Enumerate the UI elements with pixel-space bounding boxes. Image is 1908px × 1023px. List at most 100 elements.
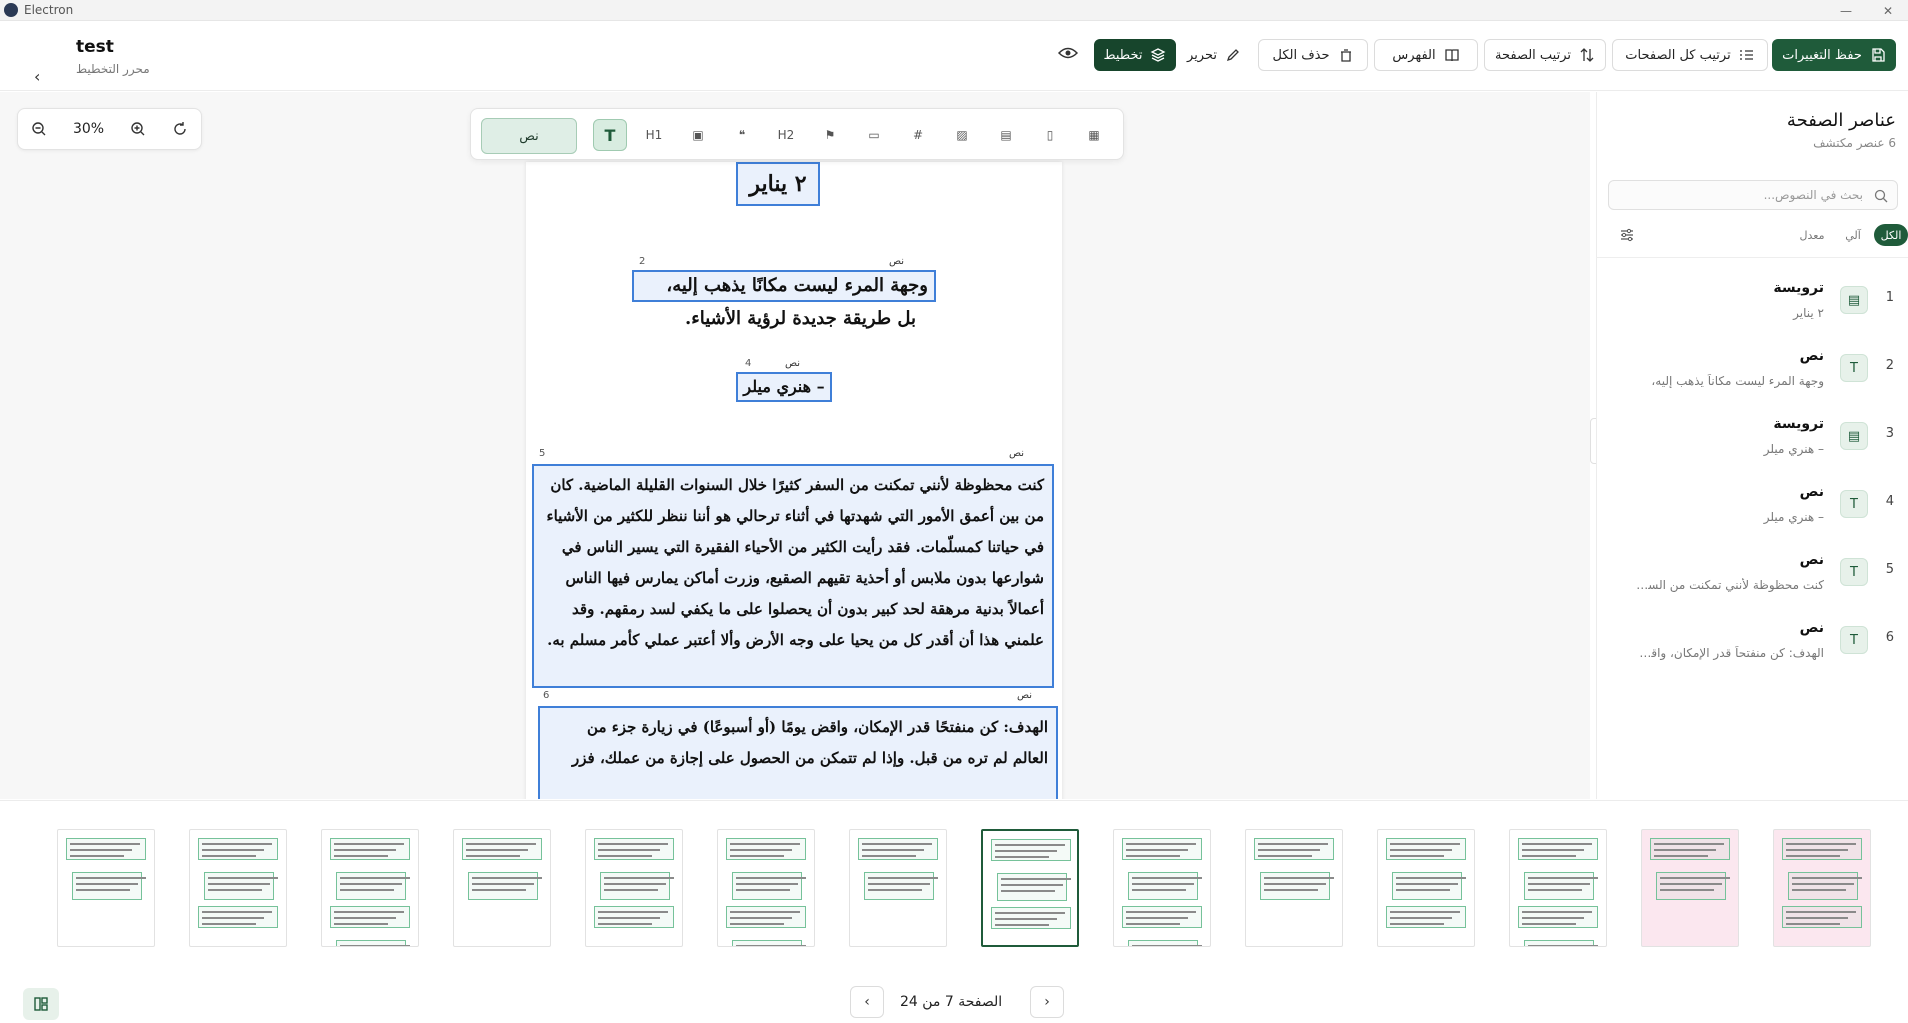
filter-all-chip[interactable]: الكل <box>1874 224 1908 246</box>
thumbnail-line <box>340 883 402 885</box>
thumbnail-line <box>1528 945 1598 946</box>
table-tool-icon[interactable]: ▦ <box>1077 119 1111 151</box>
thumbnail-line <box>1528 883 1590 885</box>
layout-button[interactable]: تخطيط <box>1094 39 1176 71</box>
edit-button[interactable]: تحرير <box>1180 39 1248 71</box>
thumbnail-line <box>1654 843 1724 845</box>
block-title[interactable]: ٢ يناير <box>736 162 820 206</box>
thumbnail-line <box>1660 877 1730 879</box>
page-thumbnail[interactable] <box>1641 829 1739 947</box>
thumbnail-line <box>995 844 1065 846</box>
panel-subtitle: 6 عنصر مكتشف <box>1813 136 1896 150</box>
text-tool-icon[interactable]: T <box>593 119 627 151</box>
header-tool-icon[interactable]: ▭ <box>857 119 891 151</box>
page-thumbnail[interactable] <box>717 829 815 947</box>
page-thumbnail[interactable] <box>1377 829 1475 947</box>
filter-sliders-icon[interactable] <box>1619 227 1635 243</box>
filter-modified-chip[interactable]: معدل <box>1792 224 1832 246</box>
block-number-6: 6 <box>540 690 553 701</box>
reorder-page-button[interactable]: ترتيب الصفحة <box>1484 39 1606 71</box>
eye-icon[interactable] <box>1058 46 1078 60</box>
row-type: نص <box>1799 552 1824 568</box>
row-text: وجهة المرء ليست مكاناً يذهب إليه، <box>1651 374 1824 388</box>
element-row-2[interactable]: 2 T نص وجهة المرء ليست مكاناً يذهب إليه، <box>1596 340 1908 404</box>
row-text: ٢ يناير <box>1793 306 1824 320</box>
thumbnail-line <box>466 849 528 851</box>
quote-tool-icon[interactable]: ❝ <box>725 119 759 151</box>
block-goal[interactable]: الهدف: كن منفتحًا قدر الإمكان، واقض يومً… <box>538 706 1058 799</box>
thumbnail-line <box>202 911 272 913</box>
element-row-1[interactable]: 1 ▤ ترويسة ٢ يناير <box>1596 272 1908 336</box>
page-thumbnail[interactable] <box>321 829 419 947</box>
page-thumbnail[interactable] <box>1245 829 1343 947</box>
image-tool-icon[interactable]: ▣ <box>681 119 715 151</box>
save-changes-button[interactable]: حفظ التغييرات <box>1772 39 1896 71</box>
page-thumbnail[interactable] <box>585 829 683 947</box>
page-thumbnail[interactable] <box>1773 829 1871 947</box>
grid-view-icon[interactable] <box>23 988 59 1020</box>
page-thumbnail[interactable] <box>1509 829 1607 947</box>
thumbnail-line <box>1660 883 1722 885</box>
picture-tool-icon[interactable]: ▨ <box>945 119 979 151</box>
h2-tool[interactable]: H2 <box>769 119 803 151</box>
thumbnail-line <box>604 883 666 885</box>
column-tool-icon[interactable]: ▯ <box>1033 119 1067 151</box>
delete-all-button[interactable]: حذف الكل <box>1258 39 1368 71</box>
thumbnail-line <box>598 855 652 857</box>
row-text: كنت محظوظة لأنني تمكنت من السفر... <box>1634 578 1824 592</box>
thumbnail-line <box>1528 877 1598 879</box>
thumbnail-line <box>334 843 404 845</box>
block-quote[interactable]: وجهة المرء ليست مكانًا يذهب إليه، <box>632 270 936 302</box>
thumbnail-line <box>334 855 388 857</box>
page-thumbnail[interactable] <box>453 829 551 947</box>
element-row-5[interactable]: 5 T نص كنت محظوظة لأنني تمكنت من السفر..… <box>1596 544 1908 608</box>
layers-icon <box>1151 48 1166 62</box>
element-type-select[interactable]: نص <box>481 118 577 154</box>
bookmark-tool-icon[interactable]: ⚑ <box>813 119 847 151</box>
thumbnail-line <box>598 849 660 851</box>
h1-tool[interactable]: H1 <box>637 119 671 151</box>
thumbnail-line <box>868 877 938 879</box>
thumbnail-line <box>70 849 132 851</box>
chevron-left-icon[interactable]: ‹ <box>34 67 40 86</box>
reorder-all-label: ترتيب كل الصفحات <box>1625 47 1731 63</box>
maximize-icon[interactable] <box>1828 0 1868 21</box>
element-row-6[interactable]: 6 T نص الهدف: كن منفتحاً قدر الإمكان، وا… <box>1596 612 1908 676</box>
search-input[interactable]: بحث في النصوص... <box>1608 180 1898 210</box>
block-author[interactable]: – هنري ميلر <box>736 372 832 402</box>
thumbnail-line <box>1258 843 1328 845</box>
filter-auto-chip[interactable]: آلي <box>1838 224 1868 246</box>
reset-zoom-icon[interactable] <box>172 121 188 137</box>
page-thumbnail[interactable] <box>1113 829 1211 947</box>
element-row-3[interactable]: 3 ▤ ترويسة – هنري ميلر <box>1596 408 1908 472</box>
book-tool-icon[interactable]: ▤ <box>989 119 1023 151</box>
trash-icon <box>1340 49 1351 62</box>
thumbnail-line <box>598 917 660 919</box>
thumbnail-line <box>1132 889 1186 891</box>
page-thumbnail[interactable] <box>189 829 287 947</box>
thumbnail-line <box>1660 889 1714 891</box>
thumbnail-line <box>1132 883 1194 885</box>
thumbnail-line <box>1522 849 1584 851</box>
thumbnail-line <box>1786 855 1840 857</box>
prev-page-chevron-icon[interactable]: ‹ <box>850 986 884 1018</box>
reorder-all-button[interactable]: ترتيب كل الصفحات <box>1612 39 1768 71</box>
element-row-4[interactable]: 4 T نص – هنري ميلر <box>1596 476 1908 540</box>
thumbnail-line <box>862 843 932 845</box>
index-button[interactable]: الفهرس <box>1374 39 1478 71</box>
next-page-chevron-icon[interactable]: › <box>1030 986 1064 1018</box>
page-thumbnails-strip <box>0 800 1908 976</box>
page-canvas[interactable]: 30% ٢ يناير 2 نص وجهة المرء ليست مكانًا … <box>0 92 1590 799</box>
zoom-in-icon[interactable] <box>130 121 146 137</box>
document-subtitle: محرر التخطيط <box>76 62 150 76</box>
close-icon[interactable]: ✕ <box>1868 0 1908 21</box>
page-thumbnail[interactable] <box>981 829 1079 947</box>
thumbnail-line <box>730 855 784 857</box>
page-number-tool-icon[interactable]: # <box>901 119 935 151</box>
block-paragraph[interactable]: كنت محظوظة لأنني تمكنت من السفر كثيرًا خ… <box>532 464 1054 688</box>
text-icon: T <box>1840 626 1868 654</box>
page-thumbnail[interactable] <box>849 829 947 947</box>
document-page[interactable]: ٢ يناير 2 نص وجهة المرء ليست مكانًا يذهب… <box>526 162 1062 799</box>
zoom-out-icon[interactable] <box>31 121 47 137</box>
page-thumbnail[interactable] <box>57 829 155 947</box>
